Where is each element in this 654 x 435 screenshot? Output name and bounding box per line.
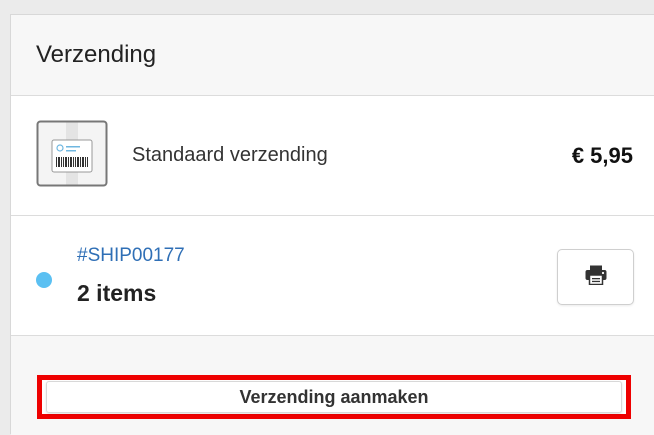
shipping-method-row: Standaard verzending € 5,95 <box>11 96 654 216</box>
shipment-item-count: 2 items <box>77 280 157 306</box>
card-header: Verzending <box>11 15 654 96</box>
card-footer: Verzending aanmaken <box>11 336 654 435</box>
card-title: Verzending <box>36 41 157 68</box>
shipping-card: Verzending Standaard verzending € 5,95 #… <box>10 14 654 435</box>
printer-icon <box>585 265 607 290</box>
create-shipment-button[interactable]: Verzending aanmaken <box>37 375 631 419</box>
create-shipment-label: Verzending aanmaken <box>239 386 429 407</box>
print-button[interactable] <box>557 249 634 305</box>
shipping-method-label: Standaard verzending <box>132 144 328 166</box>
package-label-icon <box>36 120 108 187</box>
shipment-id-link[interactable]: #SHIP00177 <box>77 245 185 267</box>
status-dot <box>36 272 52 288</box>
shipment-row: #SHIP00177 2 items <box>11 216 654 336</box>
shipping-price: € 5,95 <box>571 142 633 168</box>
